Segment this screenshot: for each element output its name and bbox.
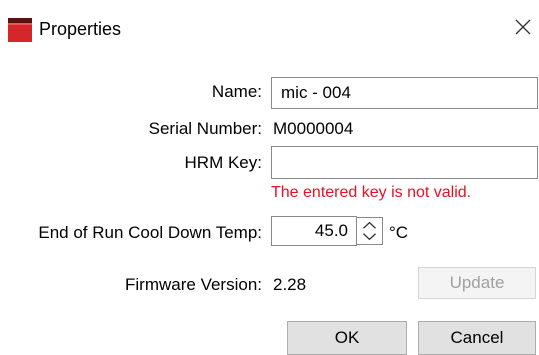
cooldown-temp-input[interactable]: 45.0	[271, 216, 357, 246]
cancel-button[interactable]: Cancel	[418, 321, 536, 355]
spinner-updown-icon[interactable]	[356, 217, 383, 245]
update-button[interactable]: Update	[418, 267, 536, 299]
cooldown-temp-label: End of Run Cool Down Temp:	[38, 223, 262, 242]
hrm-key-error: The entered key is not valid.	[271, 184, 472, 201]
app-icon	[8, 18, 32, 42]
cooldown-temp-value: 45.0	[314, 221, 348, 240]
hrm-key-input[interactable]	[271, 146, 538, 179]
hrm-key-label: HRM Key:	[184, 153, 262, 172]
serial-number-label: Serial Number:	[148, 119, 262, 138]
name-input[interactable]: mic - 004	[271, 77, 538, 109]
close-icon[interactable]	[512, 16, 534, 38]
cooldown-temp-unit: °C	[389, 223, 409, 242]
serial-number-value: M0000004	[273, 119, 354, 138]
name-input-value: mic - 004	[281, 83, 351, 102]
ok-button[interactable]: OK	[287, 321, 407, 355]
firmware-version-label: Firmware Version:	[125, 275, 262, 294]
firmware-version-value: 2.28	[273, 275, 307, 294]
window-title: Properties	[39, 19, 122, 39]
name-label: Name:	[211, 82, 262, 101]
